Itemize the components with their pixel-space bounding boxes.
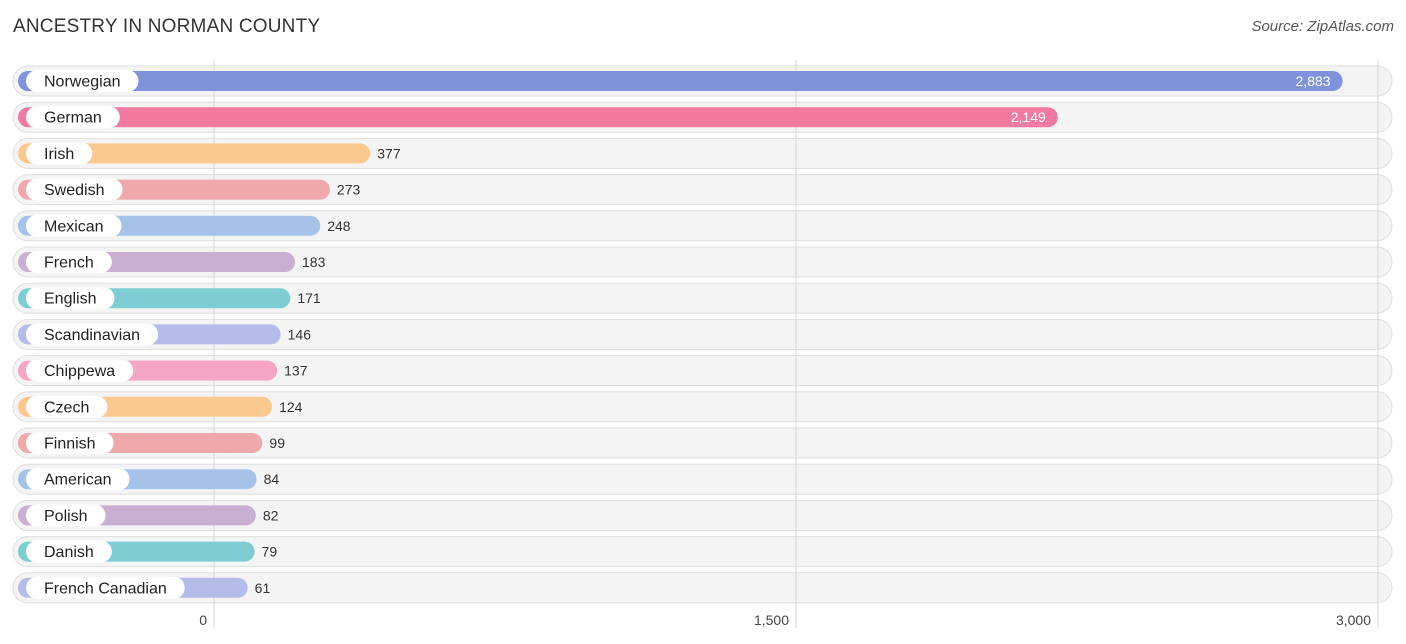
value-label: 61	[255, 580, 271, 596]
value-label: 2,149	[1011, 109, 1046, 125]
category-label: Norwegian	[44, 74, 120, 91]
category-label: Mexican	[44, 218, 104, 235]
value-label: 82	[263, 507, 279, 523]
value-label: 377	[377, 145, 401, 161]
category-label: Irish	[44, 146, 74, 163]
value-label: 137	[284, 363, 308, 379]
bar[interactable]	[18, 107, 1058, 128]
category-label: American	[44, 472, 112, 489]
value-label: 273	[337, 182, 361, 198]
category-label: Polish	[44, 508, 88, 525]
bar[interactable]	[18, 71, 1343, 91]
value-label: 248	[327, 218, 351, 234]
x-tick-label: 0	[199, 612, 207, 628]
value-label: 99	[269, 435, 285, 451]
value-label: 79	[262, 544, 278, 560]
value-label: 2,883	[1296, 73, 1331, 89]
category-label: Finnish	[44, 436, 96, 453]
category-label: German	[44, 110, 102, 127]
category-label: French Canadian	[44, 580, 167, 597]
value-label: 183	[302, 254, 326, 270]
category-label: Danish	[44, 544, 94, 561]
bar-chart: Norwegian 2,883 German 2,149 Irish 377 Swedish…	[12, 60, 1393, 628]
category-label: Chippewa	[44, 363, 115, 380]
value-label: 124	[279, 399, 303, 415]
x-axis-ticks: 0 1,500 3,000	[199, 612, 1371, 628]
value-label: 146	[288, 326, 312, 342]
x-tick-label: 1,500	[754, 612, 789, 628]
category-label: English	[44, 291, 96, 308]
category-label: French	[44, 255, 94, 272]
category-label: Swedish	[44, 182, 104, 199]
category-label: Scandinavian	[44, 327, 140, 344]
value-label: 84	[264, 471, 280, 487]
category-label: Czech	[44, 399, 89, 416]
value-label: 171	[297, 290, 321, 306]
x-tick-label: 3,000	[1336, 612, 1371, 628]
